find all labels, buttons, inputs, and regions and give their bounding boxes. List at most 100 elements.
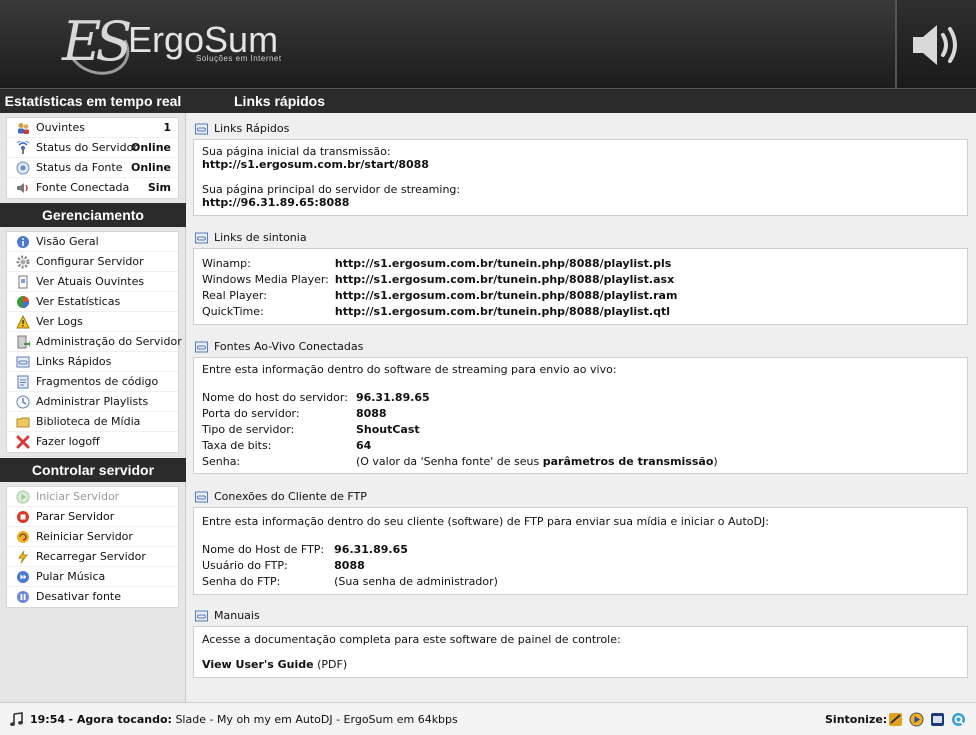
- document-icon: [18, 275, 28, 289]
- main-content: Links Rápidos Sua página inicial da tran…: [186, 113, 976, 702]
- nav-item-ver-atuais-ouvintes[interactable]: Ver Atuais Ouvintes: [7, 272, 178, 292]
- tunein-label: Real Player:: [202, 289, 267, 302]
- control-item-label: Parar Servidor: [36, 510, 115, 523]
- tunein-row: Winamp: http://s1.ergosum.com.br/tunein.p…: [202, 256, 679, 272]
- nav-item-label: Configurar Servidor: [36, 255, 144, 268]
- nav-item-label: Fazer logoff: [36, 435, 100, 448]
- manage-section-title: Gerenciamento: [0, 203, 186, 227]
- logo[interactable]: ES ErgoSum Soluções em Internet: [59, 10, 292, 84]
- live-row: Porta do servidor: 8088: [202, 406, 720, 422]
- logo-mark: ES: [62, 10, 132, 73]
- links-icon: [195, 123, 208, 135]
- nav-item-ver-logs[interactable]: Ver Logs: [7, 312, 178, 332]
- control-item-reiniciar-servidor[interactable]: Reiniciar Servidor: [7, 527, 178, 547]
- footer: 19:54 - Agora tocando: Slade - My oh my …: [0, 702, 976, 735]
- now-playing: 19:54 - Agora tocando: Slade - My oh my …: [30, 703, 458, 735]
- nav-item-label: Administração do Servidor: [36, 335, 182, 348]
- live-row: Nome do host do servidor: 96.31.89.65: [202, 390, 720, 406]
- stat-fonte-conectada: Fonte Conectada Sim: [7, 178, 178, 198]
- stat-label: Fonte Conectada: [36, 181, 130, 194]
- nav-item-visao-geral[interactable]: Visão Geral: [7, 232, 178, 252]
- tunein-url[interactable]: http://s1.ergosum.com.br/tunein.php/8088…: [335, 304, 680, 320]
- nav-item-administrar-playlists[interactable]: Administrar Playlists: [7, 392, 178, 412]
- control-item-recarregar-servidor[interactable]: Recarregar Servidor: [7, 547, 178, 567]
- info-icon: [17, 236, 29, 248]
- tunein-label: QuickTime:: [202, 305, 264, 318]
- tunein-url[interactable]: http://s1.ergosum.com.br/tunein.php/8088…: [335, 256, 680, 272]
- live-label: Taxa de bits:: [202, 439, 272, 452]
- control-item-label: Recarregar Servidor: [36, 550, 146, 563]
- restart-icon: [17, 531, 29, 543]
- nav-item-administracao-do-servidor[interactable]: Administração do Servidor: [7, 332, 182, 352]
- ftp-header: Conexões do Cliente de FTP: [194, 488, 367, 506]
- nav-item-configurar-servidor[interactable]: Configurar Servidor: [7, 252, 178, 272]
- tunein-row: Windows Media Player: http://s1.ergosum.c…: [202, 272, 679, 288]
- broadcast-params-link[interactable]: parâmetros de transmissão: [543, 455, 714, 468]
- nav-item-links-rapidos[interactable]: Links Rápidos: [7, 352, 178, 372]
- live-value: 64: [355, 439, 372, 452]
- nav-item-fazer-logoff[interactable]: Fazer logoff: [7, 432, 178, 452]
- manuals-title: Manuais: [214, 609, 260, 622]
- quick-links-header: Links Rápidos: [194, 120, 289, 138]
- manuals-intro: Acesse a documentação completa para este…: [202, 633, 621, 646]
- manuals-header: Manuais: [194, 607, 260, 625]
- live-table: Nome do host do servidor: 96.31.89.65 Port…: [202, 390, 720, 470]
- tunein-label: Winamp:: [202, 257, 251, 270]
- source-status-icon: [16, 161, 30, 175]
- playlist-icon: [16, 395, 30, 409]
- stat-value: Online: [130, 161, 171, 174]
- control-item-label: Desativar fonte: [36, 590, 122, 603]
- folder-icon: [16, 417, 30, 428]
- nav-item-label: Ver Logs: [36, 315, 83, 328]
- live-password-value: (O valor da 'Senha fonte' de seus parâme…: [356, 454, 720, 470]
- now-playing-time: 19:54: [30, 713, 66, 726]
- live-sources-header: Fontes Ao-Vivo Conectadas: [194, 338, 363, 356]
- control-item-parar-servidor[interactable]: Parar Servidor: [7, 507, 178, 527]
- tunein-header: Links de sintonia: [194, 229, 307, 247]
- header: ES ErgoSum Soluções em Internet: [0, 0, 976, 88]
- logoff-icon: [16, 435, 30, 449]
- control-item-pular-musica[interactable]: Pular Música: [7, 567, 178, 587]
- links-icon: [16, 356, 30, 368]
- server-admin-icon: [17, 335, 30, 349]
- real-player-icon[interactable]: [930, 712, 945, 727]
- control-item-label: Iniciar Servidor: [36, 490, 120, 503]
- sound-toggle[interactable]: [895, 0, 976, 88]
- server-page-label: Sua página principal do servidor de stre…: [202, 183, 461, 196]
- start-page-label: Sua página inicial da transmissão:: [202, 145, 391, 158]
- tunein-row: Real Player: http://s1.ergosum.com.br/tun…: [202, 288, 679, 304]
- ftp-intro: Entre esta informação dentro do seu clie…: [202, 515, 769, 528]
- quick-links-title: Links Rápidos: [214, 122, 290, 135]
- user-guide-format: (PDF): [313, 658, 348, 671]
- tunein-url[interactable]: http://s1.ergosum.com.br/tunein.php/8088…: [335, 288, 680, 304]
- live-label: Nome do host do servidor:: [202, 391, 348, 404]
- live-password-label: Senha:: [202, 455, 241, 468]
- tunein-box: Winamp: http://s1.ergosum.com.br/tunein.p…: [193, 248, 968, 325]
- user-guide-link[interactable]: View User's Guide: [202, 658, 314, 671]
- control-item-desativar-fonte[interactable]: Desativar fonte: [7, 587, 178, 607]
- nav-item-fragmentos-de-codigo[interactable]: Fragmentos de código: [7, 372, 178, 392]
- tunein-url[interactable]: http://s1.ergosum.com.br/tunein.php/8088…: [335, 272, 680, 288]
- manage-panel: Visão Geral Configurar Servidor Ver Atuais…: [6, 231, 182, 453]
- winamp-icon[interactable]: [888, 712, 903, 727]
- speaker-volume-icon: [913, 25, 957, 65]
- pause-icon: [17, 591, 29, 603]
- ftp-label: Nome do Host de FTP:: [202, 543, 325, 556]
- stat-value: Sim: [147, 181, 171, 194]
- quicktime-icon[interactable]: [951, 712, 966, 727]
- live-sources-title: Fontes Ao-Vivo Conectadas: [214, 340, 364, 353]
- media-player-icon[interactable]: [909, 712, 924, 727]
- nav-item-label: Biblioteca de Mídia: [36, 415, 141, 428]
- start-page-link[interactable]: http://s1.ergosum.com.br/start/8088: [202, 158, 959, 171]
- nav-item-ver-estatisticas[interactable]: Ver Estatísticas: [7, 292, 178, 312]
- server-page-link[interactable]: http://96.31.89.65:8088: [202, 196, 959, 209]
- control-item-iniciar-servidor[interactable]: Iniciar Servidor: [7, 487, 178, 507]
- nav-item-label: Links Rápidos: [36, 355, 112, 368]
- tunein-label: Windows Media Player:: [202, 273, 329, 286]
- live-value: ShoutCast: [355, 423, 420, 436]
- nav-item-biblioteca-de-midia[interactable]: Biblioteca de Mídia: [7, 412, 178, 432]
- stat-label: Status da Fonte: [36, 161, 123, 174]
- nav-item-label: Ver Estatísticas: [36, 295, 121, 308]
- live-sources-box: Entre esta informação dentro do software…: [193, 357, 968, 474]
- live-password-pre: (O valor da 'Senha fonte' de seus: [355, 455, 543, 468]
